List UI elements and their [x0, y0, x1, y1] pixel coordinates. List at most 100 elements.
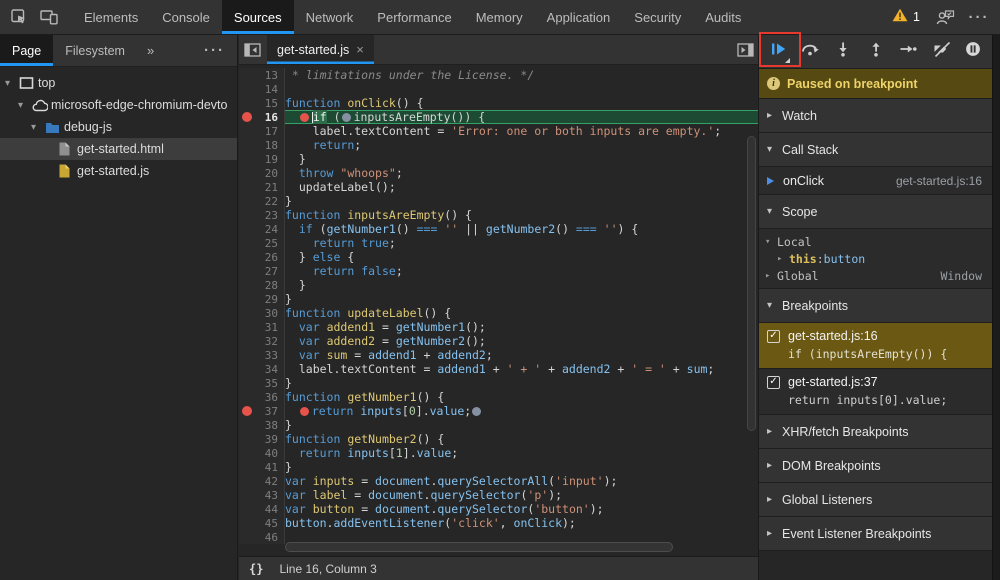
line-gutter[interactable]: 35 — [239, 376, 285, 390]
code-line-38[interactable]: 38} — [239, 418, 758, 432]
line-gutter[interactable]: 39 — [239, 432, 285, 446]
code-line-19[interactable]: 19 } — [239, 152, 758, 166]
code-line-31[interactable]: 31 var addend1 = getNumber1(); — [239, 320, 758, 334]
section-header-xhr-fetch-breakpoints[interactable]: ▸XHR/fetch Breakpoints — [759, 415, 992, 449]
hide-navigator-icon[interactable] — [239, 35, 265, 64]
sidebar-scrollbar[interactable] — [992, 35, 1000, 580]
line-gutter[interactable]: 34 — [239, 362, 285, 376]
code-line-36[interactable]: 36function getNumber1() { — [239, 390, 758, 404]
resume-button[interactable] — [762, 37, 794, 67]
code-line-content[interactable]: function getNumber2() { — [285, 432, 758, 446]
code-line-42[interactable]: 42var inputs = document.querySelectorAll… — [239, 474, 758, 488]
expand-arrow-icon[interactable]: ▾ — [18, 94, 23, 116]
line-gutter[interactable]: 29 — [239, 292, 285, 306]
tab-network[interactable]: Network — [294, 0, 366, 34]
line-gutter[interactable]: 40 — [239, 446, 285, 460]
line-gutter[interactable]: 33 — [239, 348, 285, 362]
code-line-37[interactable]: 37 return inputs[0].value; — [239, 404, 758, 418]
tab-performance[interactable]: Performance — [365, 0, 463, 34]
scope-this-property[interactable]: ▸this: button — [759, 250, 992, 267]
tab-audits[interactable]: Audits — [693, 0, 753, 34]
code-line-content[interactable]: function onClick() { — [285, 96, 758, 110]
tab-overflow-chevron[interactable]: » — [137, 35, 164, 66]
line-gutter[interactable]: 21 — [239, 180, 285, 194]
inspect-element-icon[interactable] — [4, 0, 34, 34]
horizontal-scrollbar-thumb[interactable] — [285, 542, 673, 552]
line-gutter[interactable]: 15 — [239, 96, 285, 110]
code-line-26[interactable]: 26 } else { — [239, 250, 758, 264]
section-header-event-listener-breakpoints[interactable]: ▸Event Listener Breakpoints — [759, 517, 992, 551]
code-line-35[interactable]: 35} — [239, 376, 758, 390]
code-line-30[interactable]: 30function updateLabel() { — [239, 306, 758, 320]
warnings-badge[interactable]: 1 — [886, 8, 926, 27]
code-line-content[interactable]: } — [285, 194, 758, 208]
expand-arrow-icon[interactable]: ▾ — [31, 116, 36, 138]
tab-console[interactable]: Console — [150, 0, 222, 34]
line-gutter[interactable]: 24 — [239, 222, 285, 236]
code-line-content[interactable]: button.addEventListener('click', onClick… — [285, 516, 758, 530]
code-line-content[interactable] — [285, 82, 758, 96]
breakpoint-checkbox[interactable]: ✓ — [767, 376, 780, 389]
code-line-32[interactable]: 32 var addend2 = getNumber2(); — [239, 334, 758, 348]
code-line-39[interactable]: 39function getNumber2() { — [239, 432, 758, 446]
code-line-content[interactable]: return true; — [285, 236, 758, 250]
breakpoint-marker-icon[interactable] — [242, 406, 252, 416]
code-line-content[interactable]: } — [285, 278, 758, 292]
code-line-content[interactable]: } — [285, 460, 758, 474]
callstack-frame-onclick[interactable]: onClickget-started.js:16 — [759, 167, 992, 195]
tree-item-get-started-html[interactable]: get-started.html — [0, 138, 237, 160]
line-gutter[interactable]: 46 — [239, 530, 285, 544]
line-gutter[interactable]: 28 — [239, 278, 285, 292]
inline-breakpoint-icon[interactable] — [300, 113, 309, 122]
code-line-content[interactable]: var label = document.querySelector('p'); — [285, 488, 758, 502]
code-line-18[interactable]: 18 return; — [239, 138, 758, 152]
code-line-content[interactable]: } — [285, 418, 758, 432]
code-line-29[interactable]: 29} — [239, 292, 758, 306]
line-gutter[interactable]: 20 — [239, 166, 285, 180]
code-line-41[interactable]: 41} — [239, 460, 758, 474]
scope-global-group[interactable]: ▸GlobalWindow — [759, 267, 992, 284]
device-toolbar-icon[interactable] — [34, 0, 64, 34]
vertical-scrollbar-thumb[interactable] — [747, 136, 756, 431]
step-out-button[interactable] — [860, 37, 892, 67]
line-gutter[interactable]: 17 — [239, 124, 285, 138]
code-line-content[interactable]: function inputsAreEmpty() { — [285, 208, 758, 222]
more-menu-icon[interactable]: ··· — [964, 9, 994, 26]
code-line-content[interactable]: updateLabel(); — [285, 180, 758, 194]
line-gutter[interactable]: 14 — [239, 82, 285, 96]
line-gutter[interactable]: 22 — [239, 194, 285, 208]
code-line-content[interactable]: } else { — [285, 250, 758, 264]
code-line-14[interactable]: 14 — [239, 82, 758, 96]
code-line-25[interactable]: 25 return true; — [239, 236, 758, 250]
close-tab-icon[interactable]: × — [356, 42, 364, 57]
code-line-content[interactable]: var button = document.querySelector('but… — [285, 502, 758, 516]
scope-local-group[interactable]: ▾Local — [759, 233, 992, 250]
code-line-content[interactable]: function updateLabel() { — [285, 306, 758, 320]
code-line-23[interactable]: 23function inputsAreEmpty() { — [239, 208, 758, 222]
inline-breakpoint-candidate-icon[interactable] — [472, 407, 481, 416]
breakpoint-entry-get-started-js-16[interactable]: ✓get-started.js:16if (inputsAreEmpty()) … — [759, 323, 992, 369]
code-line-40[interactable]: 40 return inputs[1].value; — [239, 446, 758, 460]
pretty-print-button[interactable]: {} — [249, 562, 263, 576]
line-gutter[interactable]: 13 — [239, 68, 285, 82]
section-header-dom-breakpoints[interactable]: ▸DOM Breakpoints — [759, 449, 992, 483]
line-gutter[interactable]: 43 — [239, 488, 285, 502]
line-gutter[interactable]: 37 — [239, 404, 285, 418]
code-line-content[interactable]: var sum = addend1 + addend2; — [285, 348, 758, 362]
code-line-content[interactable]: * limitations under the License. */ — [285, 68, 758, 82]
code-line-content[interactable]: function getNumber1() { — [285, 390, 758, 404]
vertical-scrollbar[interactable] — [746, 68, 757, 540]
code-line-content[interactable]: var addend2 = getNumber2(); — [285, 334, 758, 348]
code-line-content[interactable]: label.textContent = addend1 + ' + ' + ad… — [285, 362, 758, 376]
code-line-content[interactable]: return inputs[1].value; — [285, 446, 758, 460]
tree-item-debug-js[interactable]: ▾debug-js — [0, 116, 237, 138]
code-line-43[interactable]: 43var label = document.querySelector('p'… — [239, 488, 758, 502]
code-line-content[interactable]: var addend1 = getNumber1(); — [285, 320, 758, 334]
code-line-17[interactable]: 17 label.textContent = 'Error: one or bo… — [239, 124, 758, 138]
code-line-34[interactable]: 34 label.textContent = addend1 + ' + ' +… — [239, 362, 758, 376]
tab-security[interactable]: Security — [622, 0, 693, 34]
code-line-content[interactable]: } — [285, 376, 758, 390]
line-gutter[interactable]: 16 — [239, 110, 285, 124]
line-gutter[interactable]: 44 — [239, 502, 285, 516]
code-line-content[interactable]: } — [285, 152, 758, 166]
